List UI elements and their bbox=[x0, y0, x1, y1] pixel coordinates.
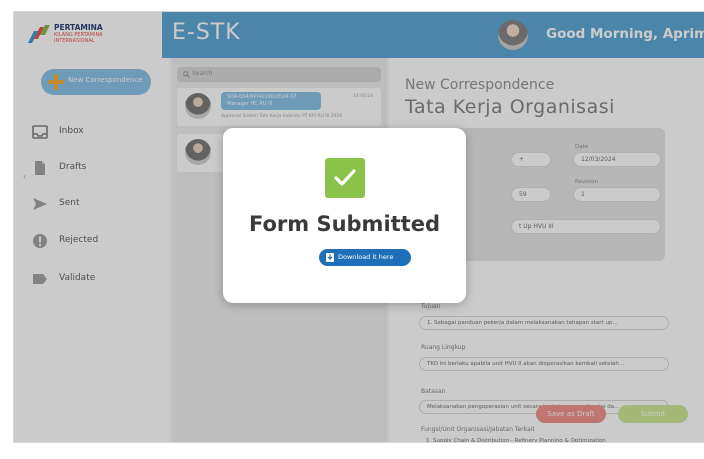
modal-title: Form Submitted bbox=[248, 212, 440, 236]
form-submitted-modal: Form Submitted Download it here bbox=[223, 128, 466, 303]
app-window: PERTAMINA KILANG PERTAMINA INTERNASIONAL… bbox=[13, 11, 704, 443]
checkmark-icon bbox=[334, 169, 356, 186]
success-check-icon bbox=[325, 158, 365, 198]
download-button[interactable]: Download it here bbox=[319, 249, 411, 266]
download-button-label: Download it here bbox=[338, 253, 394, 261]
download-icon bbox=[326, 253, 334, 262]
